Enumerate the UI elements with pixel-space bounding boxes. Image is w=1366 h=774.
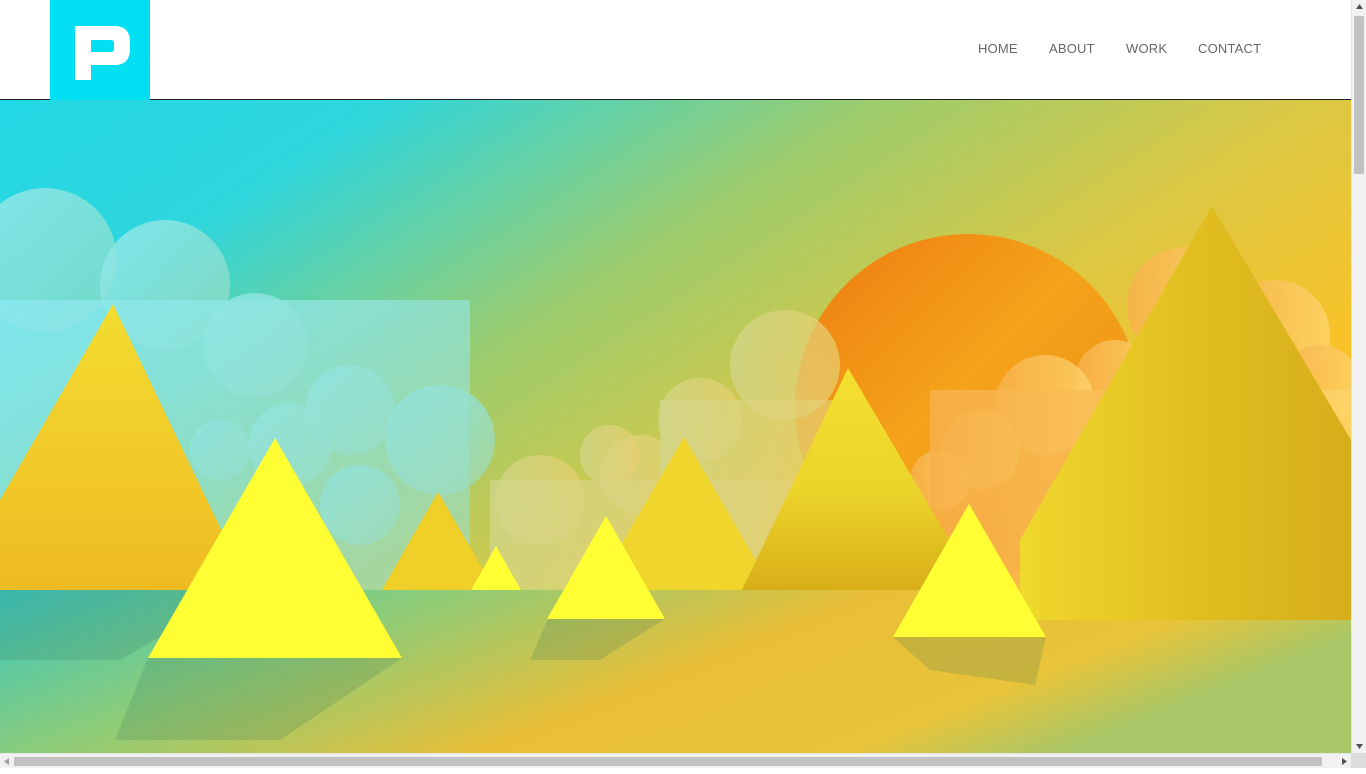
site-header: P HOME ABOUT WORK CONTACT xyxy=(0,0,1351,100)
vertical-scroll-thumb[interactable] xyxy=(1354,16,1364,174)
site-logo[interactable]: P xyxy=(50,0,150,100)
main-navigation: HOME ABOUT WORK CONTACT xyxy=(951,0,1351,97)
landscape-illustration xyxy=(0,100,1351,753)
scroll-left-arrow-icon[interactable] xyxy=(0,754,14,769)
logo-icon xyxy=(50,0,150,100)
scroll-down-arrow-icon[interactable] xyxy=(1352,739,1366,753)
page-viewport: P HOME ABOUT WORK CONTACT xyxy=(0,0,1351,753)
vertical-scrollbar[interactable] xyxy=(1351,0,1366,753)
nav-link-work[interactable]: WORK xyxy=(1126,41,1167,56)
scroll-right-arrow-icon[interactable] xyxy=(1337,754,1351,769)
horizontal-scroll-thumb[interactable] xyxy=(14,757,1322,766)
nav-link-about[interactable]: ABOUT xyxy=(1049,41,1095,56)
scroll-up-arrow-icon[interactable] xyxy=(1352,0,1366,14)
scrollbar-corner xyxy=(1351,753,1366,768)
nav-link-contact[interactable]: CONTACT xyxy=(1198,41,1261,56)
nav-link-home[interactable]: HOME xyxy=(978,41,1018,56)
hero-banner xyxy=(0,100,1351,753)
horizontal-scrollbar[interactable] xyxy=(0,753,1351,768)
